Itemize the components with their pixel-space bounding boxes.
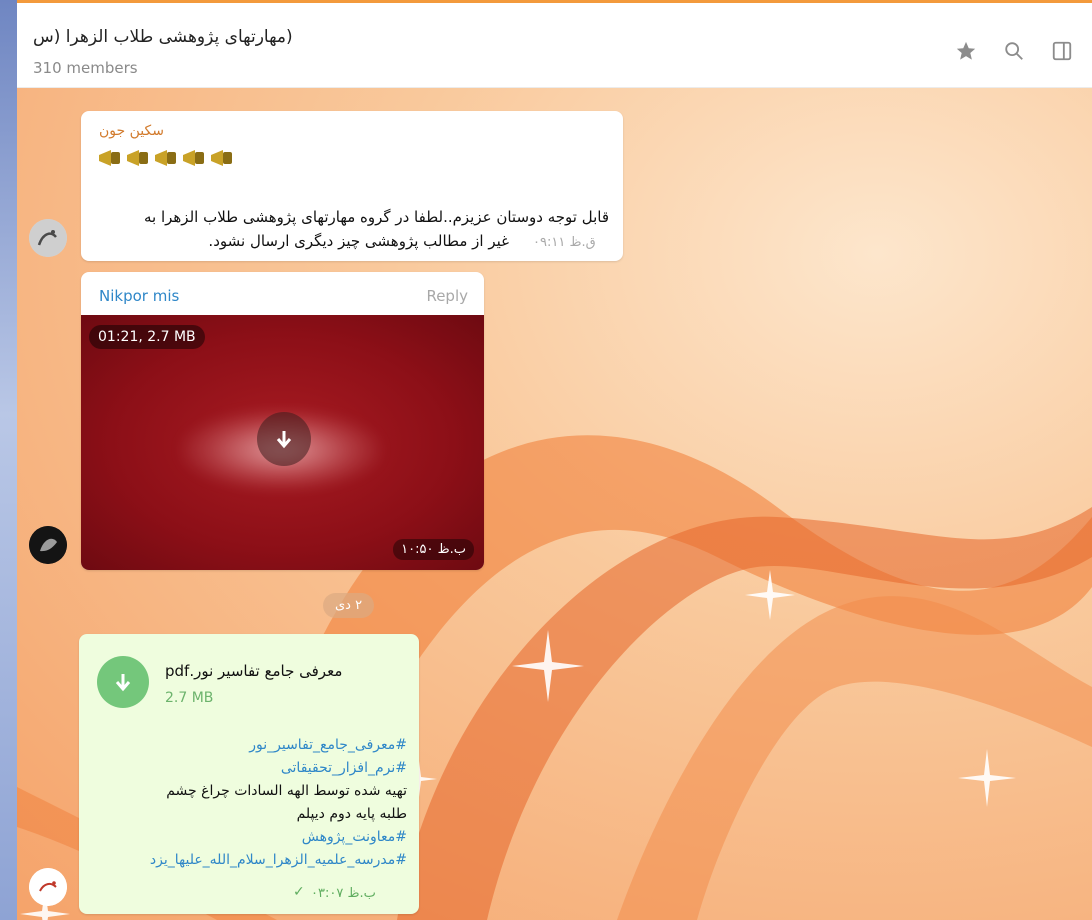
video-duration-size: 01:21, 2.7 MB (89, 325, 205, 349)
avatar[interactable] (29, 526, 67, 564)
megaphone-icon (211, 150, 232, 166)
desktop-edge (0, 0, 17, 920)
megaphone-icon (155, 150, 176, 166)
megaphone-icon (183, 150, 204, 166)
file-name[interactable]: معرفی جامع تفاسیر نور.pdf (165, 662, 342, 680)
download-arrow-icon (276, 431, 292, 449)
message-caption: #معرفی_جامع_تفاسیر_نور #نرم_افزار_تحقیقا… (97, 734, 407, 872)
avatar[interactable] (29, 219, 67, 257)
avatar[interactable] (29, 868, 67, 906)
message-time: ب.ظ ۱۰:۵۰ (393, 539, 474, 560)
chat-window: (مهارتهای پژوهشی طلاب الزهرا (س 310 memb… (17, 0, 1092, 920)
hashtag-link[interactable]: #مدرسه_علمیه_الزهرا_سلام_الله_علیها_یزد (97, 849, 407, 872)
reply-button[interactable]: Reply (426, 287, 468, 305)
read-check-icon: ✓ (293, 884, 305, 900)
file-download-button[interactable] (97, 656, 149, 708)
download-arrow-icon (115, 674, 131, 692)
message-bubble[interactable]: معرفی جامع تفاسیر نور.pdf 2.7 MB #معرفی_… (79, 634, 419, 914)
caption-line: طلبه پایه دوم دیپلم (296, 806, 407, 822)
sender-name[interactable]: سکین جون (99, 123, 164, 139)
file-size: 2.7 MB (165, 690, 214, 706)
message-bubble[interactable]: سکین جون قابل توجه دوستان عزیزم..لطفا در… (81, 111, 623, 261)
message-bubble[interactable]: Nikpor mis Reply 01:21, 2.7 MB ب.ظ ۱۰:۵۰ (81, 272, 484, 570)
video-preview[interactable]: 01:21, 2.7 MB ب.ظ ۱۰:۵۰ (81, 315, 484, 570)
hashtag-link[interactable]: #معاونت_پژوهش (97, 826, 407, 849)
chat-header: (مهارتهای پژوهشی طلاب الزهرا (س 310 memb… (17, 3, 1092, 88)
star-icon[interactable] (954, 39, 978, 63)
message-text-line: قابل توجه دوستان عزیزم..لطفا در گروه مها… (143, 208, 609, 226)
message-time: ق.ظ ۰۹:۱۱ (533, 235, 596, 250)
date-separator: ۲ دی (323, 593, 375, 618)
megaphone-icon (127, 150, 148, 166)
download-button[interactable] (257, 412, 311, 466)
megaphone-icon (99, 150, 120, 166)
megaphone-emoji-row (97, 147, 235, 169)
sidebar-toggle-icon[interactable] (1050, 39, 1074, 63)
message-time: ب.ظ ۰۳:۰۷ (311, 886, 376, 901)
chat-title[interactable]: (مهارتهای پژوهشی طلاب الزهرا (س (33, 27, 293, 47)
caption-line: تهیه شده توسط الهه السادات چراغ چشم (166, 783, 407, 799)
header-actions (954, 39, 1074, 63)
hashtag-link[interactable]: #معرفی_جامع_تفاسیر_نور (97, 734, 407, 757)
sender-name[interactable]: Nikpor mis (99, 287, 179, 305)
search-icon[interactable] (1002, 39, 1026, 63)
member-count: 310 members (33, 59, 138, 77)
hashtag-link[interactable]: #نرم_افزار_تحقیقاتی (97, 757, 407, 780)
